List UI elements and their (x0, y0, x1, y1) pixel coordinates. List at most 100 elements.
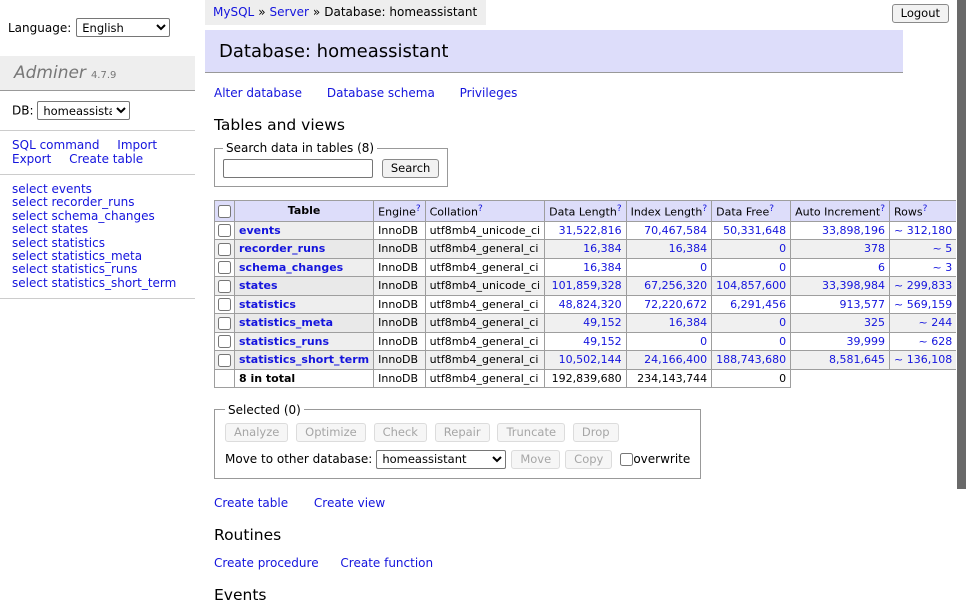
repair-button: Repair (435, 423, 490, 442)
column-help-link[interactable]: ? (617, 204, 622, 214)
create-view-link[interactable]: Create view (314, 496, 385, 510)
row-checkbox[interactable] (218, 261, 231, 274)
row-checkbox[interactable] (218, 243, 231, 256)
data-free-cell: 50,331,648 (712, 221, 791, 240)
search-input[interactable] (223, 159, 373, 178)
engine-cell: InnoDB (374, 258, 425, 277)
table-link-statistics-short-term[interactable]: statistics_short_term (51, 276, 176, 290)
create-table-link[interactable]: Create table (214, 496, 288, 510)
database-schema-link[interactable]: Database schema (327, 86, 435, 100)
table-name-link[interactable]: recorder_runs (239, 242, 325, 255)
language-select[interactable]: English (76, 18, 170, 37)
table-name-link[interactable]: statistics_meta (239, 316, 333, 329)
select-link[interactable]: select (12, 276, 48, 290)
total-data-free-cell: 0 (712, 369, 791, 387)
collation-cell: utf8mb4_general_ci (425, 314, 544, 333)
sidebar-link-export[interactable]: Export (12, 152, 51, 166)
select-link[interactable]: select (12, 195, 48, 209)
breadcrumb-mysql-link[interactable]: MySQL (213, 5, 254, 19)
app-title-bar: Adminer4.7.9 (0, 56, 195, 91)
select-link[interactable]: select (12, 236, 48, 250)
alter-database-link[interactable]: Alter database (214, 86, 302, 100)
select-all-checkbox[interactable] (218, 205, 231, 218)
auto-increment-cell: 8,581,645 (791, 351, 890, 370)
column-help-link[interactable]: ? (478, 204, 483, 214)
row-checkbox[interactable] (218, 280, 231, 293)
table-link-statistics-runs[interactable]: statistics_runs (51, 262, 137, 276)
table-name-link[interactable]: statistics_runs (239, 335, 329, 348)
index-length-cell: 16,384 (626, 314, 712, 333)
row-checkbox[interactable] (218, 335, 231, 348)
collation-cell: utf8mb4_general_ci (425, 351, 544, 370)
scrollbar-thumb[interactable] (957, 0, 966, 489)
create-procedure-link[interactable]: Create procedure (214, 556, 319, 570)
total-engine-cell: InnoDB (374, 369, 425, 387)
data-length-cell: 16,384 (545, 258, 626, 277)
drop-button: Drop (573, 423, 619, 442)
select-link[interactable]: select (12, 182, 48, 196)
search-button[interactable]: Search (382, 159, 440, 178)
table-row: statistics_meta InnoDB utf8mb4_general_c… (215, 314, 966, 333)
sidebar-link-import[interactable]: Import (117, 138, 157, 152)
sidebar-link-sql-command[interactable]: SQL command (12, 138, 99, 152)
privileges-link[interactable]: Privileges (460, 86, 518, 100)
row-checkbox[interactable] (218, 224, 231, 237)
table-link-statistics-meta[interactable]: statistics_meta (51, 249, 142, 263)
row-checkbox[interactable] (218, 298, 231, 311)
rows-cell: ~ 569,159 (890, 295, 957, 314)
auto-increment-cell: 378 (791, 240, 890, 259)
bulk-actions-row: Analyze Optimize Check Repair Truncate D… (225, 423, 690, 442)
column-help-link[interactable]: ? (416, 204, 421, 214)
index-length-cell: 24,166,400 (626, 351, 712, 370)
table-name-link[interactable]: statistics (239, 298, 296, 311)
column-header-table: Table (235, 201, 374, 222)
breadcrumb-server-link[interactable]: Server (270, 5, 309, 19)
page-title: Database: homeassistant (205, 30, 903, 73)
sidebar-link-create-table[interactable]: Create table (69, 152, 143, 166)
select-link[interactable]: select (12, 249, 48, 263)
column-help-link[interactable]: ? (923, 204, 928, 214)
table-link-statistics[interactable]: statistics (51, 236, 105, 250)
rows-cell: ~ 244 (890, 314, 957, 333)
engine-cell: InnoDB (374, 351, 425, 370)
column-help-link[interactable]: ? (769, 204, 774, 214)
column-help-link[interactable]: ? (702, 204, 707, 214)
app-version[interactable]: 4.7.9 (91, 70, 116, 81)
language-label: Language: (8, 21, 71, 35)
auto-increment-cell: 325 (791, 314, 890, 333)
move-db-select[interactable]: homeassistant (376, 450, 506, 469)
engine-cell: InnoDB (374, 332, 425, 351)
table-row: statistics InnoDB utf8mb4_general_ci 48,… (215, 295, 966, 314)
select-link[interactable]: select (12, 209, 48, 223)
table-name-cell: states (235, 277, 374, 296)
table-row: statistics_runs InnoDB utf8mb4_general_c… (215, 332, 966, 351)
overwrite-checkbox[interactable] (620, 453, 633, 466)
selected-fieldset: Selected (0) Analyze Optimize Check Repa… (214, 403, 701, 479)
select-link[interactable]: select (12, 222, 48, 236)
table-link-recorder-runs[interactable]: recorder_runs (51, 195, 134, 209)
table-link-schema-changes[interactable]: schema_changes (51, 209, 154, 223)
table-name-link[interactable]: events (239, 224, 281, 237)
table-name-link[interactable]: schema_changes (239, 261, 343, 274)
scrollbar[interactable] (956, 0, 966, 543)
data-length-cell: 10,502,144 (545, 351, 626, 370)
table-name-cell: events (235, 221, 374, 240)
row-checkbox[interactable] (218, 317, 231, 330)
create-function-link[interactable]: Create function (340, 556, 433, 570)
data-free-cell: 104,857,600 (712, 277, 791, 296)
engine-cell: InnoDB (374, 240, 425, 259)
table-link-states[interactable]: states (51, 222, 88, 236)
table-link-events[interactable]: events (51, 182, 91, 196)
data-free-cell: 0 (712, 314, 791, 333)
search-fieldset: Search data in tables (8) Search (214, 141, 448, 187)
table-name-link[interactable]: statistics_short_term (239, 353, 369, 366)
column-header-data-free: Data Free? (712, 201, 791, 222)
collation-cell: utf8mb4_unicode_ci (425, 221, 544, 240)
db-select[interactable]: homeassistant (37, 101, 130, 120)
select-link[interactable]: select (12, 262, 48, 276)
row-checkbox[interactable] (218, 354, 231, 367)
column-help-link[interactable]: ? (880, 204, 885, 214)
table-name-link[interactable]: states (239, 279, 278, 292)
analyze-button: Analyze (225, 423, 288, 442)
rows-cell: ~ 628 (890, 332, 957, 351)
